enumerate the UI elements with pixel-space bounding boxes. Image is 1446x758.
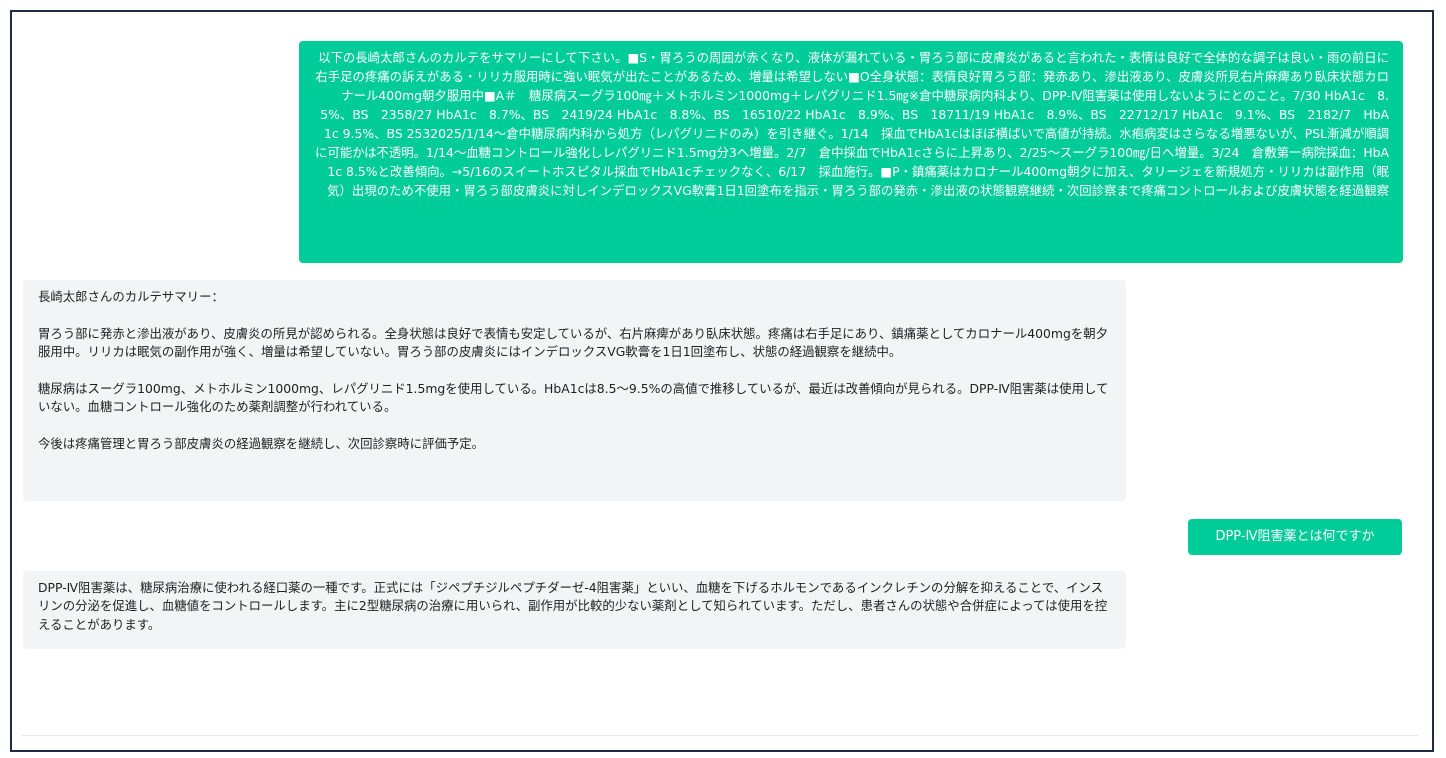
assistant-message-bubble: DPP-Ⅳ阻害薬は、糖尿病治療に使われる経口薬の一種です。正式には「ジペプチジル…	[23, 571, 1126, 649]
chat-window: 以下の長崎太郎さんのカルテをサマリーにして下さい。■S・胃ろうの周囲が赤くなり、…	[10, 10, 1434, 752]
user-message-bubble: DPP-Ⅳ阻害薬とは何ですか	[1188, 519, 1402, 555]
assistant-message-bubble: 長崎太郎さんのカルテサマリー： 胃ろう部に発赤と滲出液があり、皮膚炎の所見が認め…	[23, 280, 1126, 501]
user-message-bubble: 以下の長崎太郎さんのカルテをサマリーにして下さい。■S・胃ろうの周囲が赤くなり、…	[299, 41, 1403, 263]
input-area-divider	[22, 735, 1418, 736]
